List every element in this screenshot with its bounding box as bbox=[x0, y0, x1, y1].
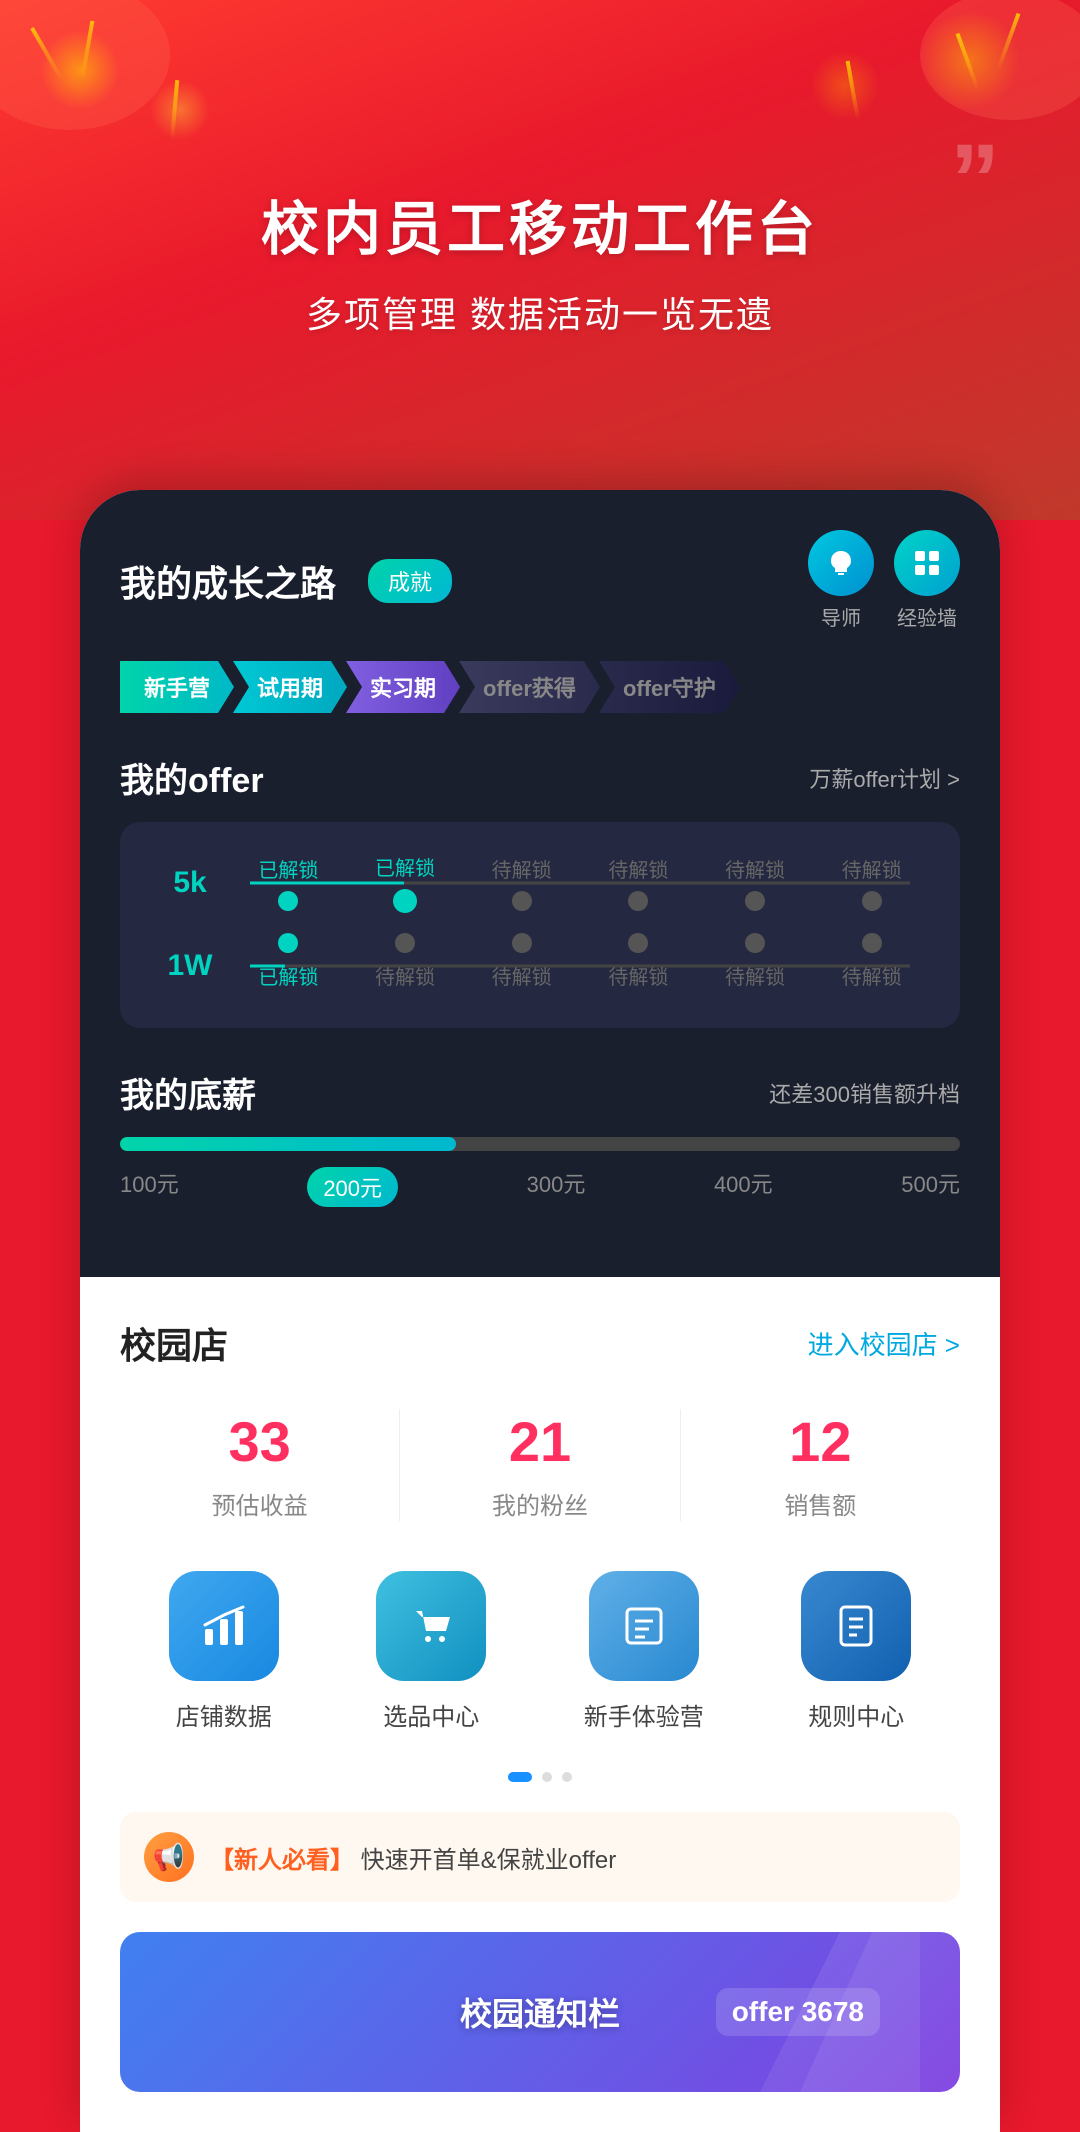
mentor-button[interactable]: 导师 bbox=[808, 530, 874, 631]
salary-header: 我的底薪 还差300销售额升档 bbox=[120, 1068, 960, 1117]
menu-grid: 店铺数据 选品中心 bbox=[120, 1571, 960, 1732]
salary-fill bbox=[120, 1137, 456, 1151]
salary-label-300: 300元 bbox=[527, 1167, 586, 1207]
dot-active bbox=[508, 1772, 532, 1782]
offer-nodes-5k: 已解锁 已解锁 待解锁 待解锁 bbox=[230, 852, 930, 913]
pagination-dots bbox=[120, 1772, 960, 1782]
salary-label-500: 500元 bbox=[901, 1167, 960, 1207]
menu-product-selection[interactable]: 选品中心 bbox=[376, 1571, 486, 1732]
offer-nodes-1w: 已解锁 待解锁 待解锁 待解锁 bbox=[230, 933, 930, 998]
notice-banner[interactable]: 📢 【新人必看】 快速开首单&保就业offer bbox=[120, 1812, 960, 1902]
node-5k-2: 已解锁 bbox=[347, 852, 464, 913]
step-novice[interactable]: 新手营 bbox=[120, 661, 234, 713]
hero-subtitle: 多项管理 数据活动一览无遗 bbox=[306, 286, 774, 338]
promo-card[interactable]: 校园通知栏 offer 3678 bbox=[120, 1932, 960, 2092]
offer-row-5k: 5k 已解锁 已解锁 待解锁 bbox=[150, 852, 930, 913]
product-selection-icon bbox=[376, 1571, 486, 1681]
growth-section: 我的成长之路 成就 导师 bbox=[80, 490, 1000, 1277]
stat-fans: 21 我的粉丝 bbox=[400, 1409, 680, 1521]
rules-label: 规则中心 bbox=[808, 1697, 904, 1732]
salary-label-200-active: 200元 bbox=[307, 1167, 398, 1207]
node-1w-2: 待解锁 bbox=[347, 933, 464, 998]
product-selection-label: 选品中心 bbox=[383, 1697, 479, 1732]
promo-title: 校园通知栏 bbox=[460, 1989, 620, 2035]
menu-store-data[interactable]: 店铺数据 bbox=[169, 1571, 279, 1732]
node-1w-3: 待解锁 bbox=[463, 933, 580, 998]
offer-row-1w: 1W 已解锁 待解锁 待解锁 bbox=[150, 933, 930, 998]
steps-container: 新手营 试用期 实习期 offer获得 offer守护 bbox=[120, 661, 960, 713]
growth-header: 我的成长之路 成就 导师 bbox=[120, 530, 960, 631]
offer-amount-5k: 5k bbox=[150, 866, 230, 900]
growth-title: 我的成长之路 bbox=[120, 555, 336, 607]
campus-title: 校园店 bbox=[120, 1317, 228, 1369]
menu-rules[interactable]: 规则中心 bbox=[801, 1571, 911, 1732]
campus-link[interactable]: 进入校园店 > bbox=[808, 1325, 960, 1362]
novice-camp-label: 新手体验营 bbox=[584, 1697, 704, 1732]
experience-label: 经验墙 bbox=[897, 602, 957, 631]
stat-sales: 12 销售额 bbox=[681, 1409, 960, 1521]
novice-camp-icon bbox=[589, 1571, 699, 1681]
hero-title: 校内员工移动工作台 bbox=[261, 182, 819, 266]
step-internship[interactable]: 实习期 bbox=[346, 661, 460, 713]
store-data-label: 店铺数据 bbox=[176, 1697, 272, 1732]
offer-amount-1w: 1W bbox=[150, 949, 230, 983]
firework-1 bbox=[40, 30, 120, 110]
notice-icon: 📢 bbox=[144, 1832, 194, 1882]
experience-wall-button[interactable]: 经验墙 bbox=[894, 530, 960, 631]
salary-label-400: 400元 bbox=[714, 1167, 773, 1207]
mentor-label: 导师 bbox=[821, 602, 861, 631]
offer-card: 5k 已解锁 已解锁 待解锁 bbox=[120, 822, 960, 1028]
step-offer-get[interactable]: offer获得 bbox=[459, 661, 600, 713]
growth-badge: 成就 bbox=[368, 559, 452, 603]
experience-icon bbox=[894, 530, 960, 596]
dot-1 bbox=[542, 1772, 552, 1782]
step-offer-guard[interactable]: offer守护 bbox=[599, 661, 740, 713]
stat-value-sales: 12 bbox=[789, 1409, 851, 1474]
salary-bar bbox=[120, 1137, 960, 1151]
node-5k-1: 已解锁 bbox=[230, 854, 347, 911]
stat-earnings: 33 预估收益 bbox=[120, 1409, 400, 1521]
stats-row: 33 预估收益 21 我的粉丝 12 销售额 bbox=[120, 1409, 960, 1521]
offer-header: 我的offer 万薪offer计划 > bbox=[120, 753, 960, 802]
node-1w-6: 待解锁 bbox=[813, 933, 930, 998]
step-trial[interactable]: 试用期 bbox=[233, 661, 347, 713]
notice-main: 快速开首单&保就业offer bbox=[361, 1847, 617, 1874]
hero-section: ” 校内员工移动工作台 多项管理 数据活动一览无遗 bbox=[0, 0, 1080, 520]
node-5k-6: 待解锁 bbox=[813, 854, 930, 911]
firework-2 bbox=[920, 10, 1020, 110]
stat-value-earnings: 33 bbox=[229, 1409, 291, 1474]
store-data-icon bbox=[169, 1571, 279, 1681]
mentor-icon bbox=[808, 530, 874, 596]
node-1w-5: 待解锁 bbox=[697, 933, 814, 998]
quote-mark: ” bbox=[950, 130, 1000, 230]
notice-text: 【新人必看】 快速开首单&保就业offer bbox=[210, 1840, 616, 1875]
node-5k-3: 待解锁 bbox=[463, 854, 580, 911]
campus-header: 校园店 进入校园店 > bbox=[120, 1317, 960, 1369]
node-1w-1: 已解锁 bbox=[230, 933, 347, 998]
salary-labels: 100元 200元 300元 400元 500元 bbox=[120, 1167, 960, 1207]
growth-icons: 导师 经验墙 bbox=[808, 530, 960, 631]
node-5k-4: 待解锁 bbox=[580, 854, 697, 911]
offer-3678-badge: offer 3678 bbox=[716, 1988, 880, 2036]
firework-3 bbox=[150, 80, 210, 140]
rules-icon bbox=[801, 1571, 911, 1681]
stat-label-sales: 销售额 bbox=[784, 1486, 856, 1521]
offer-plan-link[interactable]: 万薪offer计划 > bbox=[809, 762, 960, 794]
salary-label-100: 100元 bbox=[120, 1167, 179, 1207]
offer-title: 我的offer bbox=[120, 753, 264, 802]
salary-title: 我的底薪 bbox=[120, 1068, 256, 1117]
node-1w-4: 待解锁 bbox=[580, 933, 697, 998]
node-5k-5: 待解锁 bbox=[697, 854, 814, 911]
salary-hint: 还差300销售额升档 bbox=[769, 1077, 960, 1109]
notice-prefix: 【新人必看】 bbox=[210, 1847, 354, 1874]
campus-section: 校园店 进入校园店 > 33 预估收益 21 我的粉丝 12 销售额 bbox=[80, 1277, 1000, 2132]
phone-card: 我的成长之路 成就 导师 bbox=[80, 490, 1000, 2132]
salary-progress: 100元 200元 300元 400元 500元 bbox=[120, 1137, 960, 1207]
dot-2 bbox=[562, 1772, 572, 1782]
menu-novice-camp[interactable]: 新手体验营 bbox=[584, 1571, 704, 1732]
stat-label-fans: 我的粉丝 bbox=[492, 1486, 588, 1521]
stat-value-fans: 21 bbox=[509, 1409, 571, 1474]
stat-label-earnings: 预估收益 bbox=[212, 1486, 308, 1521]
